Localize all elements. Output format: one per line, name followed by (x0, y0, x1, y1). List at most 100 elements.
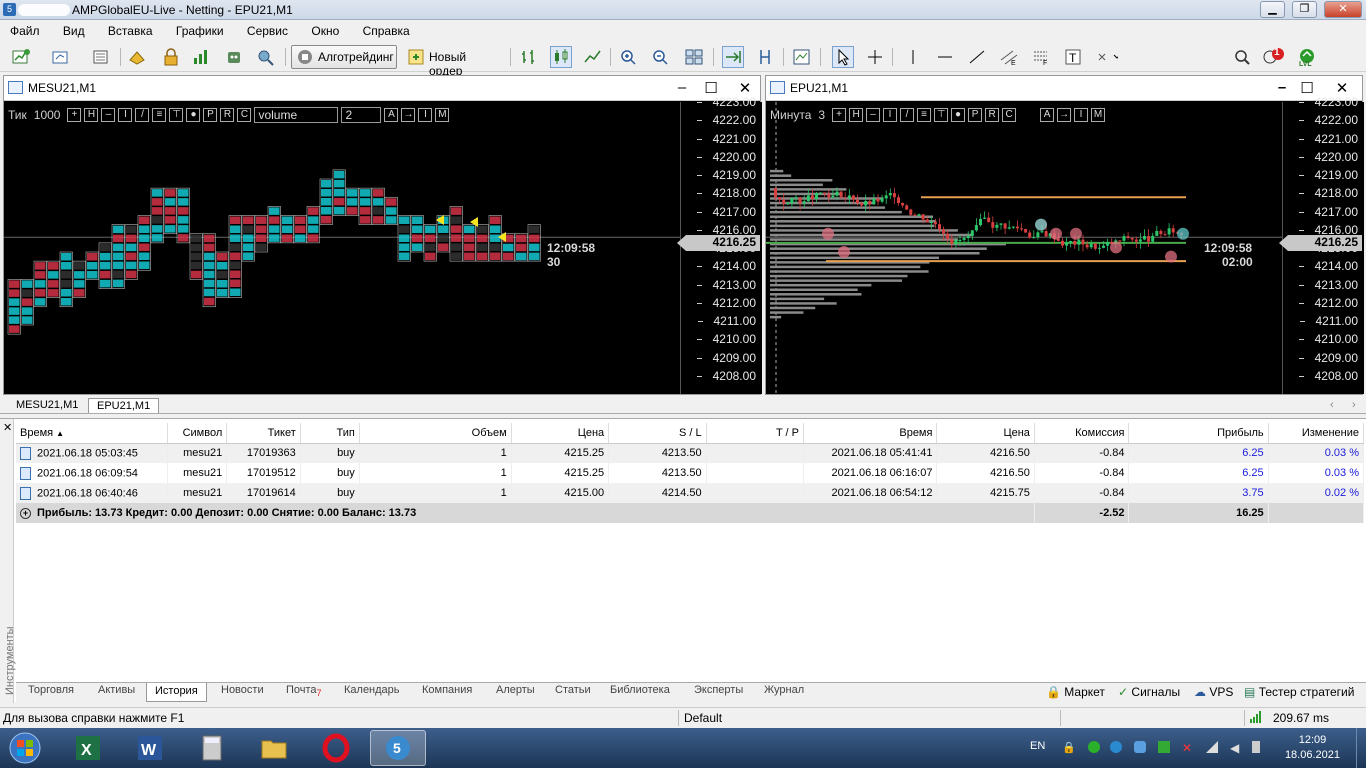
tool-a-button[interactable]: A (384, 108, 399, 122)
start-button[interactable] (0, 730, 50, 766)
tool-m-button[interactable]: M (1091, 108, 1106, 122)
tool-p-button[interactable]: P (968, 108, 983, 122)
strategy-tester-link[interactable]: ▤ Тестер стратегий (1244, 685, 1354, 699)
algo-trading-button[interactable]: Алготрейдинг (291, 45, 397, 69)
tool-line-button[interactable]: / (900, 108, 915, 122)
tool-h-button[interactable]: H (849, 108, 864, 122)
tool-p-button[interactable]: P (203, 108, 218, 122)
excel-icon[interactable]: X (60, 730, 116, 766)
expand-icon[interactable]: + (20, 508, 31, 519)
explorer-icon[interactable] (246, 730, 302, 766)
crosshair-icon[interactable] (864, 46, 886, 68)
text-icon[interactable]: T (1062, 46, 1084, 68)
vertical-line-icon[interactable] (902, 46, 924, 68)
tool-minus-button[interactable]: – (866, 108, 881, 122)
show-desktop-button[interactable] (1356, 728, 1366, 768)
tool-line-button[interactable]: / (135, 108, 150, 122)
chart-minimize-button[interactable]: – (672, 79, 692, 96)
tray-battery-icon[interactable] (1252, 741, 1260, 753)
templates-icon[interactable] (791, 46, 813, 68)
col-header-type[interactable]: Тип (300, 423, 360, 444)
menu-help[interactable]: Справка (353, 21, 420, 38)
tray-error-icon[interactable]: ✕ (1182, 741, 1194, 755)
market-link[interactable]: 🔒 Маркет (1046, 685, 1105, 699)
tab-company[interactable]: Компания (422, 684, 472, 696)
line-chart-icon[interactable] (582, 46, 604, 68)
tab-journal[interactable]: Журнал (764, 684, 804, 696)
menu-view[interactable]: Вид (53, 21, 95, 38)
tool-h-button[interactable]: H (84, 108, 99, 122)
taskbar-clock[interactable]: 12:09 18.06.2021 (1285, 733, 1340, 763)
bar-chart-icon[interactable] (518, 46, 540, 68)
col-header-price[interactable]: Цена (511, 423, 610, 444)
col-header-sl[interactable]: S / L (608, 423, 707, 444)
menu-insert[interactable]: Вставка (98, 21, 163, 38)
tool-box-button[interactable]: ⊤ (169, 108, 184, 122)
calculator-icon[interactable] (184, 730, 240, 766)
col-header-time[interactable]: Время ▲ (16, 423, 169, 444)
chart-shift-icon[interactable] (754, 46, 776, 68)
notifications-icon[interactable] (1262, 46, 1284, 68)
tool-minus-button[interactable]: – (101, 108, 116, 122)
close-button[interactable]: ✕ (1324, 1, 1362, 18)
tab-library[interactable]: Библиотека (610, 684, 670, 696)
tabs-scroll-left-icon[interactable]: ‹ (1322, 398, 1342, 412)
tab-articles[interactable]: Статьи (555, 684, 591, 696)
signals-link[interactable]: ✓ Сигналы (1118, 685, 1180, 699)
tile-windows-icon[interactable] (683, 46, 705, 68)
tool-cursor-button[interactable]: I (1074, 108, 1089, 122)
chart-tab-epu21[interactable]: EPU21,M1 (88, 398, 160, 413)
opera-icon[interactable] (308, 730, 364, 766)
search-people-icon[interactable] (255, 46, 277, 68)
zoom-out-icon[interactable] (650, 46, 672, 68)
tray-app-icon[interactable] (1134, 741, 1146, 753)
tool-dot-button[interactable]: ● (186, 108, 201, 122)
table-row[interactable]: 2021.06.18 06:40:46 mesu21 17019614 buy 14… (16, 483, 1365, 503)
tab-experts[interactable]: Эксперты (694, 684, 743, 696)
new-chart-icon[interactable] (10, 46, 32, 68)
trendline-icon[interactable] (966, 46, 988, 68)
tool-c-button[interactable]: C (1002, 108, 1017, 122)
tool-arrow-button[interactable]: → (401, 108, 416, 122)
market-watch-icon[interactable] (90, 46, 112, 68)
terminal-close-icon[interactable]: ✕ (3, 421, 12, 434)
new-order-button[interactable]: Новый ордер (402, 45, 502, 78)
table-row[interactable]: 2021.06.18 06:09:54 mesu21 17019512 buy 14… (16, 463, 1365, 483)
col-header-tp[interactable]: T / P (706, 423, 804, 444)
tabs-scroll-right-icon[interactable]: › (1344, 398, 1364, 412)
signal-icon[interactable] (190, 46, 212, 68)
tool-m-button[interactable]: M (435, 108, 450, 122)
tool-text-button[interactable]: ≡ (152, 108, 167, 122)
tab-trade[interactable]: Торговля (28, 684, 74, 696)
tool-plus-button[interactable]: + (67, 108, 82, 122)
tab-mail[interactable]: Почта7 (286, 684, 322, 698)
col-header-profit[interactable]: Прибыль (1128, 423, 1269, 444)
tray-lock-icon[interactable]: 🔒 (1062, 741, 1076, 754)
profiles-icon[interactable] (50, 46, 72, 68)
col-header-symbol[interactable]: Символ (167, 423, 228, 444)
autoscroll-icon[interactable] (722, 46, 744, 68)
col-header-commission[interactable]: Комиссия (1034, 423, 1130, 444)
robot-icon[interactable] (223, 46, 245, 68)
navigator-icon[interactable] (126, 46, 148, 68)
volume-number-input[interactable]: 2 (341, 107, 382, 123)
maximize-button[interactable]: ❐ (1292, 1, 1317, 18)
menu-charts[interactable]: Графики (166, 21, 234, 38)
connection-bars-icon[interactable] (1250, 711, 1262, 726)
search-icon[interactable] (1232, 46, 1254, 68)
menu-window[interactable]: Окно (301, 21, 349, 38)
tool-plus-button[interactable]: + (832, 108, 847, 122)
tool-a-button[interactable]: A (1040, 108, 1055, 122)
tray-update-icon[interactable] (1110, 741, 1122, 753)
tab-calendar[interactable]: Календарь (344, 684, 400, 696)
tool-text-button[interactable]: ≡ (917, 108, 932, 122)
horizontal-line-icon[interactable] (934, 46, 956, 68)
col-header-change[interactable]: Изменение (1268, 423, 1365, 444)
tool-i-button[interactable]: I (883, 108, 898, 122)
col-header-volume[interactable]: Объем (359, 423, 512, 444)
minimize-button[interactable]: ▁ (1260, 1, 1285, 18)
tray-signal-icon[interactable] (1206, 741, 1218, 753)
tool-c-button[interactable]: C (237, 108, 252, 122)
strategy-lock-icon[interactable] (160, 46, 182, 68)
col-header-close-time[interactable]: Время (803, 423, 938, 444)
